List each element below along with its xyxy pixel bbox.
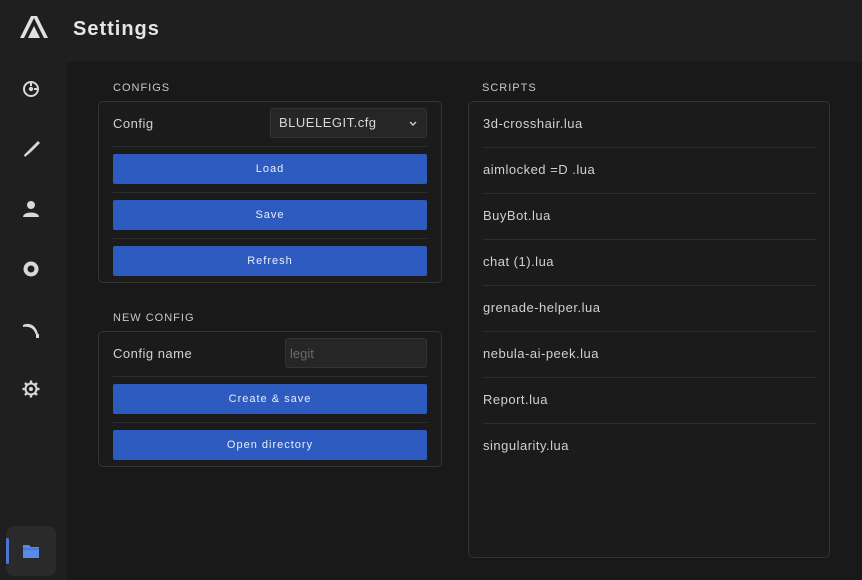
- script-item[interactable]: grenade-helper.lua: [483, 286, 816, 332]
- main-content: CONFIGS Config BLUELEGIT.cfg Load Save R…: [66, 62, 862, 580]
- gear-icon: [22, 380, 40, 398]
- create-save-button[interactable]: Create & save: [113, 384, 427, 414]
- app-logo: [20, 14, 48, 38]
- sidebar: [0, 62, 62, 580]
- load-button[interactable]: Load: [113, 154, 427, 184]
- script-item[interactable]: Report.lua: [483, 378, 816, 424]
- config-select-value: BLUELEGIT.cfg: [279, 115, 377, 130]
- script-item[interactable]: chat (1).lua: [483, 240, 816, 286]
- folder-icon: [23, 545, 39, 558]
- new-config-section-title: NEW CONFIG: [113, 312, 195, 324]
- new-config-panel: Config name Create & save Open directory: [98, 331, 442, 467]
- open-directory-button[interactable]: Open directory: [113, 430, 427, 460]
- script-item[interactable]: nebula-ai-peek.lua: [483, 332, 816, 378]
- config-label: Config: [113, 116, 154, 131]
- config-name-input[interactable]: [285, 338, 427, 368]
- sidebar-item-players[interactable]: [6, 184, 56, 234]
- eye-icon: [23, 261, 39, 277]
- scripts-section-title: SCRIPTS: [482, 82, 537, 94]
- sidebar-item-configs[interactable]: [6, 526, 56, 576]
- crosshair-icon: [23, 81, 39, 97]
- divider: [113, 146, 427, 147]
- divider: [113, 422, 427, 423]
- config-name-label: Config name: [113, 346, 193, 361]
- sidebar-item-aimbot[interactable]: [6, 64, 56, 114]
- blade-icon: [23, 323, 39, 338]
- refresh-button[interactable]: Refresh: [113, 246, 427, 276]
- sidebar-item-visuals[interactable]: [6, 244, 56, 294]
- scripts-panel: 3d-crosshair.lua aimlocked =D .lua BuyBo…: [468, 101, 830, 558]
- configs-section-title: CONFIGS: [113, 82, 171, 94]
- knife-icon: [24, 141, 40, 157]
- configs-panel: Config BLUELEGIT.cfg Load Save Refresh: [98, 101, 442, 283]
- script-item[interactable]: 3d-crosshair.lua: [483, 102, 816, 148]
- page-title: Settings: [73, 18, 160, 40]
- sidebar-item-skins[interactable]: [6, 304, 56, 354]
- script-item[interactable]: aimlocked =D .lua: [483, 148, 816, 194]
- user-icon: [23, 201, 39, 217]
- config-select[interactable]: BLUELEGIT.cfg: [270, 108, 427, 138]
- script-item[interactable]: singularity.lua: [483, 424, 816, 470]
- save-button[interactable]: Save: [113, 200, 427, 230]
- divider: [113, 192, 427, 193]
- divider: [113, 376, 427, 377]
- divider: [113, 238, 427, 239]
- script-item[interactable]: BuyBot.lua: [483, 194, 816, 240]
- chevron-down-icon: [409, 121, 417, 126]
- sidebar-item-knife[interactable]: [6, 124, 56, 174]
- sidebar-item-settings[interactable]: [6, 364, 56, 414]
